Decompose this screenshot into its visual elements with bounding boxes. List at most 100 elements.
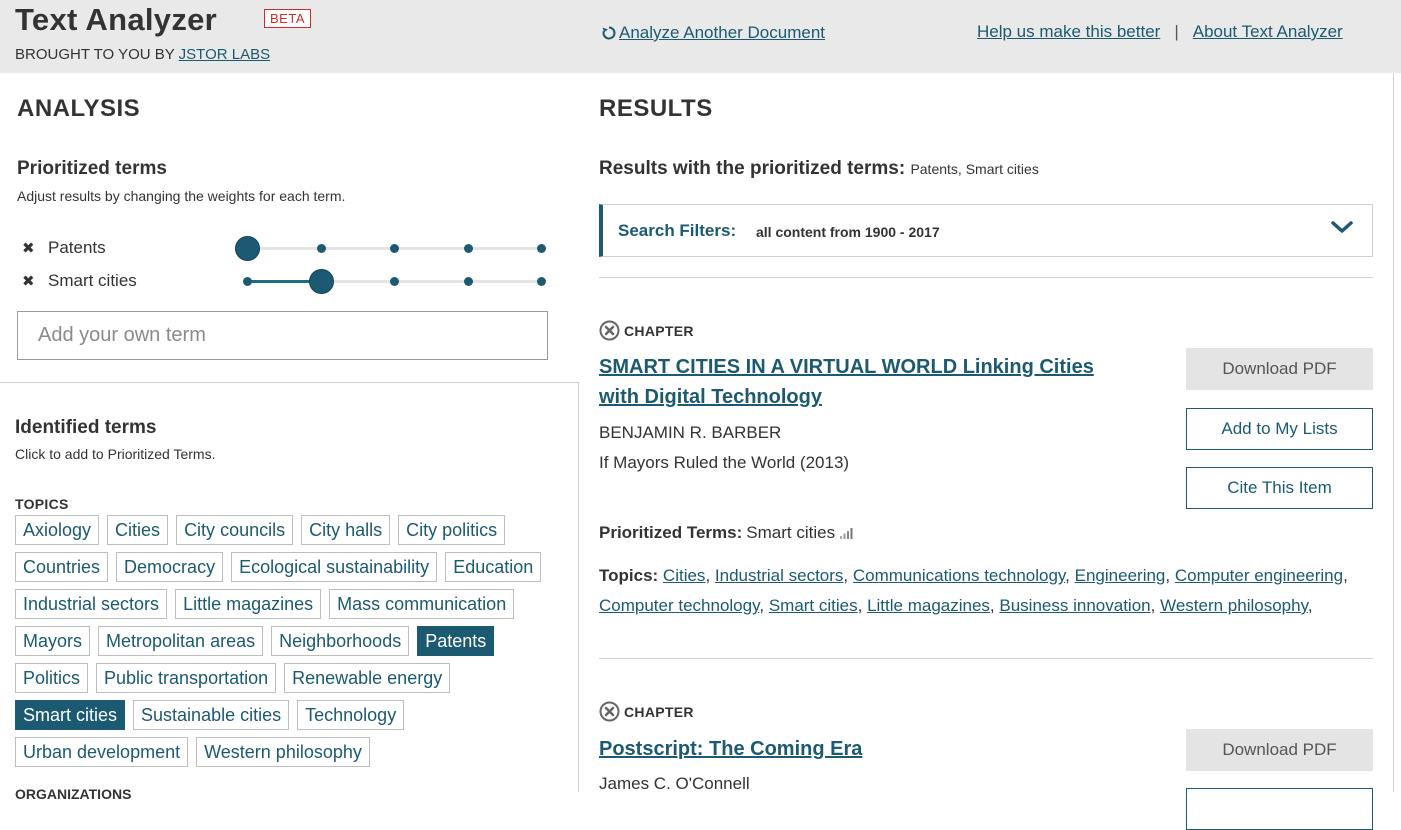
result-topics-label: Topics: [599,566,659,585]
slider-step[interactable] [316,244,326,253]
slider-step[interactable] [537,277,546,286]
add-term-input[interactable] [17,311,548,360]
weight-slider[interactable] [235,235,546,261]
topic-tag[interactable]: Education [445,552,542,582]
topic-tag[interactable]: Mayors [15,626,91,656]
link-separator: | [1174,22,1179,41]
result-topic-link[interactable]: Business innovation [999,596,1150,615]
topic-tag[interactable]: Axiology [15,515,100,545]
result-topic-link[interactable]: Communications technology [853,566,1065,585]
topic-tag[interactable]: Technology [297,700,405,730]
slider-handle[interactable] [235,236,260,261]
section-divider [0,382,578,383]
refresh-icon [602,26,616,40]
results-summary-terms: Patents, Smart cities [910,161,1039,177]
slider-handle[interactable] [308,269,334,294]
result-topic-link[interactable]: Computer technology [599,596,759,615]
search-filters-value: all content from 1900 - 2017 [756,224,940,240]
result-topics: Topics: Cities, Industrial sectors, Comm… [599,561,1389,621]
item-type-label: CHAPTER [624,703,694,720]
topic-tag[interactable]: Patents [417,626,495,656]
remove-term-icon[interactable]: ✖ [22,239,48,257]
topic-tag[interactable]: Urban development [15,737,189,767]
slider-step[interactable] [243,277,252,286]
prioritized-terms-value: Smart cities [746,523,836,542]
topic-tag[interactable]: Mass communication [329,589,515,619]
brought-by: BROUGHT TO YOU BY JSTOR LABS [15,46,270,63]
results-title: RESULTS [599,95,713,122]
result-topic-link[interactable]: Western philosophy [1160,596,1308,615]
result-topic-link[interactable]: Engineering [1075,566,1166,585]
result-topics-list: Cities, Industrial sectors, Communicatio… [599,566,1348,615]
identified-terms-title: Identified terms [15,417,157,438]
topic-tag[interactable]: Cities [107,515,169,545]
topic-tag[interactable]: Industrial sectors [15,589,168,619]
topic-tag[interactable]: Democracy [116,552,224,582]
topic-tag[interactable]: Western philosophy [196,737,370,767]
topics-label: TOPICS [15,496,69,512]
search-filters-bar[interactable]: Search Filters: all content from 1900 - … [599,204,1373,257]
topic-tag[interactable]: Ecological sustainability [231,552,438,582]
topic-tag[interactable]: Metropolitan areas [98,626,264,656]
about-link[interactable]: About Text Analyzer [1193,22,1343,42]
organizations-label: ORGANIZATIONS [15,786,132,802]
topic-tag[interactable]: Renewable energy [284,663,451,693]
result-author: James C. O'Connell [599,774,750,793]
result-title-link[interactable]: Postscript: The Coming Era [599,734,862,764]
analyze-another-link[interactable]: Analyze Another Document [601,23,825,43]
jstor-labs-link[interactable]: JSTOR LABS [179,46,270,63]
analysis-title: ANALYSIS [17,95,141,122]
topic-tag[interactable]: Sustainable cities [133,700,290,730]
topic-tag[interactable]: City politics [398,515,506,545]
column-divider [578,382,579,792]
header-links: Help us make this better | About Text An… [977,22,1343,42]
weight-slider[interactable] [243,268,546,294]
signal-bars-icon [840,528,853,539]
app-title: Text Analyzer [15,2,218,37]
results-summary-label: Results with the prioritized terms: [599,158,906,179]
cite-item-button[interactable]: Cite This Item [1186,467,1373,509]
result-topic-link[interactable]: Computer engineering [1175,566,1343,585]
result-title-link[interactable]: SMART CITIES IN A VIRTUAL WORLD Linking … [599,352,1094,412]
topic-tag[interactable]: Neighborhoods [271,626,410,656]
result-topic-link[interactable]: Cities [663,566,706,585]
topic-tag[interactable]: Public transportation [96,663,277,693]
topic-tag[interactable]: Politics [15,663,89,693]
results-summary: Results with the prioritized terms: Pate… [599,158,1039,180]
slider-step[interactable] [390,244,399,253]
analyze-another-label: Analyze Another Document [619,23,826,42]
chevron-down-icon[interactable] [1330,219,1354,235]
download-pdf-button[interactable]: Download PDF [1186,729,1373,771]
beta-badge: BETA [264,9,311,28]
results-divider [599,277,1373,278]
remove-result-icon[interactable] [599,320,620,341]
prioritized-terms-title: Prioritized terms [17,158,167,179]
result-topic-link[interactable]: Industrial sectors [715,566,844,585]
remove-result-icon[interactable] [599,701,620,722]
add-to-lists-button[interactable] [1186,788,1373,830]
slider-step[interactable] [537,244,546,253]
topic-tag[interactable]: City halls [301,515,391,545]
topic-tag[interactable]: Countries [15,552,109,582]
download-pdf-button[interactable]: Download PDF [1186,348,1373,390]
topic-tag[interactable]: City councils [176,515,294,545]
topic-tag[interactable]: Smart cities [15,700,126,730]
add-to-lists-button[interactable]: Add to My Lists [1186,408,1373,450]
slider-step[interactable] [463,244,473,253]
remove-term-icon[interactable]: ✖ [22,272,48,290]
app-header: Text Analyzer BETA BROUGHT TO YOU BY JST… [0,0,1401,73]
slider-step[interactable] [463,277,473,286]
result-topic-link[interactable]: Smart cities [769,596,858,615]
topic-tag-list: Axiology Cities City councils City halls Cit… [15,515,565,767]
prioritized-terms-desc: Adjust results by changing the weights f… [17,188,346,204]
result-prioritized-terms: Prioritized Terms: Smart cities [599,523,853,543]
prioritized-term-name: Patents [48,238,106,257]
prioritized-term-name: Smart cities [48,271,137,290]
help-link[interactable]: Help us make this better [977,22,1160,42]
search-filters-label: Search Filters: [618,221,737,240]
topic-tag[interactable]: Little magazines [175,589,322,619]
slider-step[interactable] [390,277,399,286]
result-topic-link[interactable]: Little magazines [867,596,990,615]
results-divider [599,658,1373,659]
item-type-label: CHAPTER [624,322,694,339]
